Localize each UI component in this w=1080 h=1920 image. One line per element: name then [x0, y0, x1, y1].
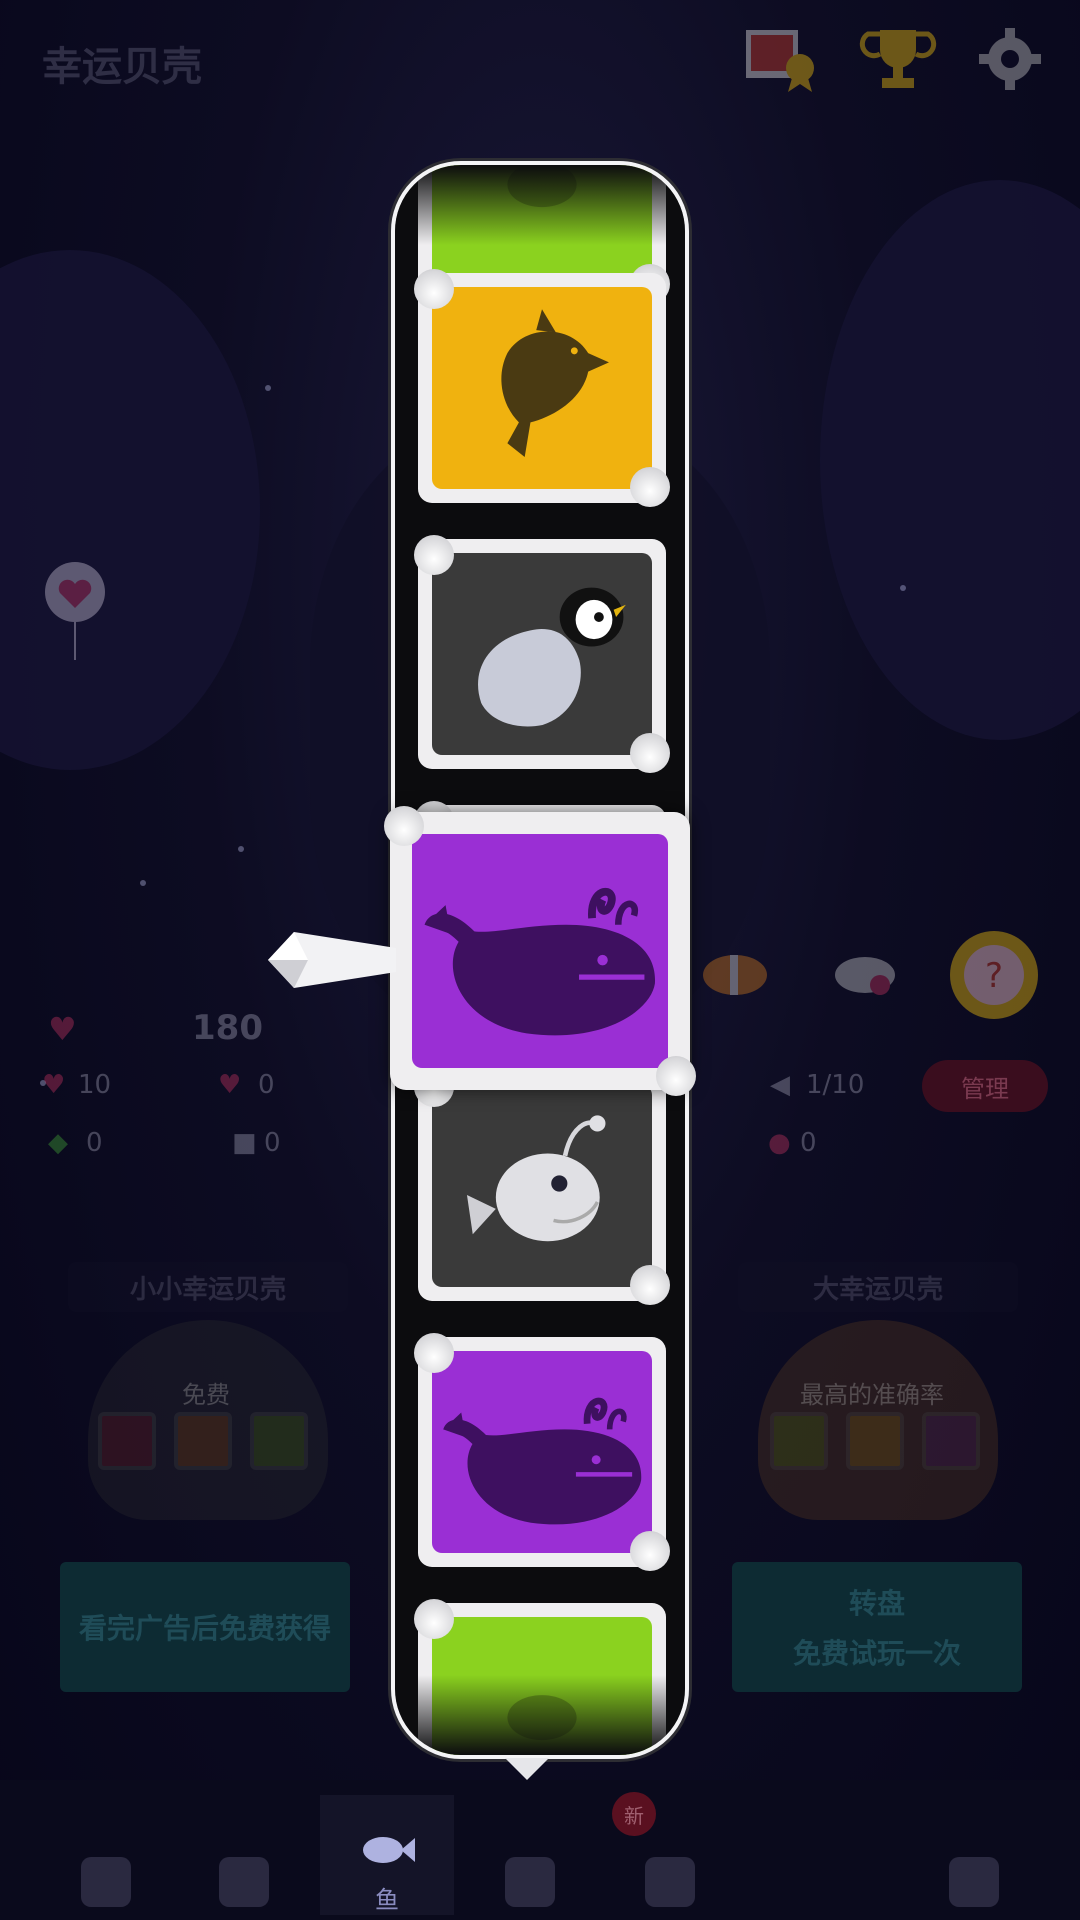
mystery-shell-icon[interactable]: ? [944, 925, 1044, 1025]
new-badge: 新 [612, 1792, 656, 1836]
slot-dolphin [846, 1412, 904, 1470]
unknown-icon [432, 165, 652, 286]
sparkle [900, 585, 906, 591]
nav-icon [81, 1857, 131, 1907]
nav-fish-label: 鱼 [375, 1886, 399, 1914]
slot-turtle [770, 1412, 828, 1470]
sparkle [140, 880, 146, 886]
nav-icon [645, 1857, 695, 1907]
leaf-icon: ◆ [48, 1128, 68, 1158]
heart-icon: ♥ [48, 1010, 77, 1048]
small-shell-label: 小小幸运贝壳 [68, 1262, 348, 1312]
page-title: 幸运贝壳 [42, 44, 202, 90]
clownfish-icon [703, 955, 767, 995]
bonus-hearts-value: 0 [258, 1070, 275, 1100]
unknown-icon [432, 1617, 652, 1755]
shell-ornament [630, 733, 670, 773]
shell-ornament [656, 1056, 696, 1096]
slot-turtle [250, 1412, 308, 1470]
shell-ornament [630, 1265, 670, 1305]
reel-tile-dolphin [414, 269, 670, 507]
nav-item-1[interactable] [46, 1795, 166, 1915]
reel-down-arrow [505, 1758, 549, 1780]
reel-tile-penguin [414, 535, 670, 773]
photo-badge-icon[interactable] [742, 24, 822, 94]
background-rock [820, 180, 1080, 740]
spin-label-line1: 转盘 [848, 1587, 905, 1620]
watch-ad-button[interactable]: 看完广告后免费获得 [60, 1562, 350, 1692]
hearts-value: 180 [192, 1008, 263, 1048]
nav-icon [949, 1857, 999, 1907]
slot-whale [922, 1412, 980, 1470]
slot-fish [174, 1412, 232, 1470]
nav-icon [505, 1857, 555, 1907]
spin-button[interactable]: 转盘 免费试玩一次 [732, 1562, 1022, 1692]
shells-value: 0 [264, 1128, 281, 1158]
bonus-heart-icon: ♥ [218, 1070, 242, 1100]
big-shell-sub: 最高的准确率 [800, 1381, 944, 1409]
anglerfish-icon [432, 1085, 652, 1287]
whale-icon [432, 1351, 652, 1553]
other-value: 0 [800, 1128, 817, 1158]
tap-heart-icon: ♥ [42, 1070, 66, 1100]
pointer-arrow-icon [268, 932, 396, 988]
fish-nav-icon [363, 1837, 415, 1863]
nav-item-4[interactable] [470, 1795, 590, 1915]
nav-item-6[interactable] [914, 1795, 1034, 1915]
sparkle [265, 385, 271, 391]
reel-tile-unknown [414, 1599, 666, 1755]
spin-label-line2: 免费试玩一次 [792, 1637, 961, 1670]
heart-balloon-icon [45, 562, 105, 660]
manage-button[interactable]: 管理 [922, 1060, 1048, 1112]
nav-item-fish[interactable]: 鱼 [320, 1795, 454, 1915]
leaves-value: 0 [86, 1128, 103, 1158]
background-rock [0, 250, 260, 770]
shell-ornament [630, 467, 670, 507]
shell-ornament [630, 1531, 670, 1571]
penguin-icon [432, 553, 652, 755]
selected-tile-face [412, 834, 668, 1068]
fish-icon [835, 957, 895, 995]
shell-ornament [414, 1333, 454, 1373]
slot-heart [98, 1412, 156, 1470]
shell-ornament [414, 535, 454, 575]
small-shell-sub: 免费 [182, 1381, 230, 1409]
shell-ornament [414, 1599, 454, 1639]
shell-ornament [414, 269, 454, 309]
nav-icon [219, 1857, 269, 1907]
big-shell-label: 大幸运贝壳 [738, 1262, 1018, 1312]
dolphin-icon [432, 287, 652, 489]
gear-icon[interactable] [970, 24, 1050, 94]
taps-value: 10 [78, 1070, 112, 1100]
selected-tile [384, 806, 696, 1096]
shell-icon: ■ [232, 1128, 257, 1158]
sparkle [238, 846, 244, 852]
fish-icon: ◀ [770, 1070, 790, 1100]
nav-item-2[interactable] [184, 1795, 304, 1915]
reel-tile-anglerfish [414, 1067, 670, 1305]
reel-tile-whale [414, 1333, 670, 1571]
svg-text:?: ? [985, 956, 1003, 996]
watch-ad-label: 看完广告后免费获得 [78, 1612, 331, 1645]
trophy-icon[interactable] [858, 24, 938, 94]
fish-count-value: 1/10 [806, 1070, 865, 1100]
fin-icon: ● [768, 1128, 791, 1158]
shell-ornament [384, 806, 424, 846]
